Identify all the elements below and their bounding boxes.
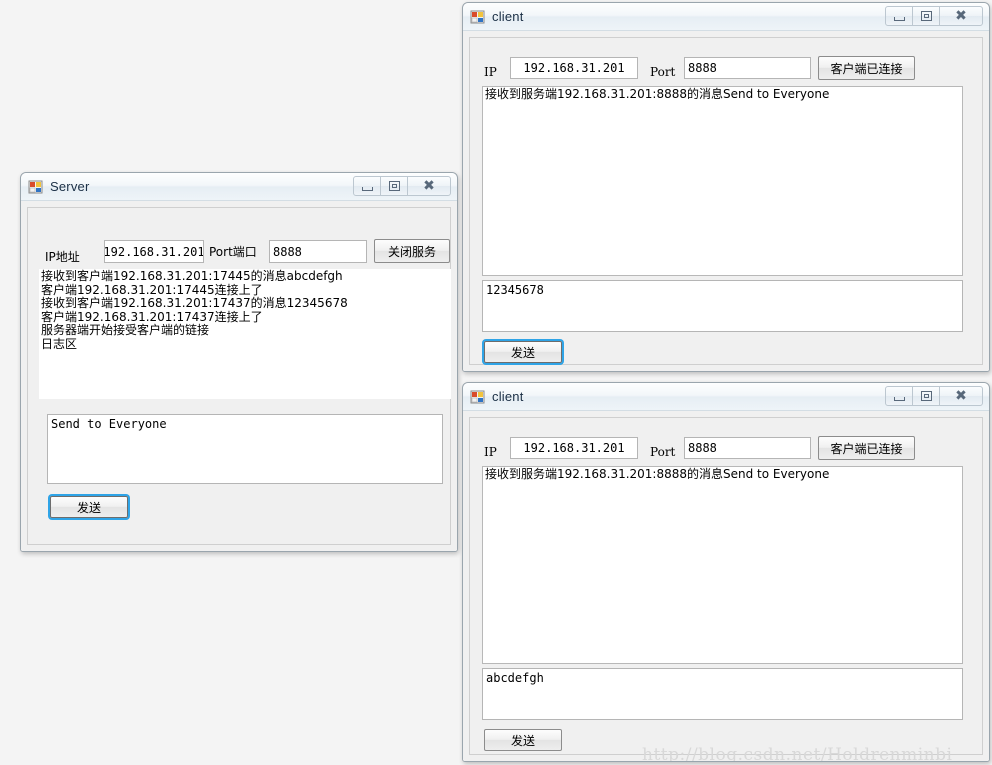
server-log-line-4: 客户端192.168.31.201:17437连接上了 xyxy=(41,309,263,324)
winforms-icon xyxy=(470,389,486,405)
server-log-area[interactable]: 接收到客户端192.168.31.201:17445的消息abcdefgh 客户… xyxy=(39,269,451,399)
client-2-titlebar[interactable]: client ✖ xyxy=(463,383,989,411)
minimize-icon[interactable] xyxy=(353,176,381,196)
client-1-port-input[interactable]: 8888 xyxy=(684,57,811,79)
winforms-icon xyxy=(470,9,486,25)
client-1-window-controls[interactable]: ✖ xyxy=(885,6,983,26)
server-ip-label: IP地址 xyxy=(45,250,80,264)
client-1-title: client xyxy=(492,9,524,24)
client-1-port-label: Port xyxy=(650,65,676,79)
client-window-1[interactable]: client ✖ IP 192.168.31.201 Port 8888 客户端… xyxy=(462,2,990,372)
server-panel: IP地址 192.168.31.201 Port端口 8888 关闭服务 接收到… xyxy=(27,207,451,545)
server-title: Server xyxy=(50,179,90,194)
server-log-line-1: 接收到客户端192.168.31.201:17445的消息abcdefgh xyxy=(41,269,343,283)
client-2-log-area[interactable]: 接收到服务端192.168.31.201:8888的消息Send to Ever… xyxy=(482,466,963,664)
server-message-input[interactable]: Send to Everyone xyxy=(47,414,443,484)
client-2-window-controls[interactable]: ✖ xyxy=(885,386,983,406)
client-2-port-label: Port xyxy=(650,445,676,459)
client-2-log-line: 接收到服务端192.168.31.201:8888的消息Send to Ever… xyxy=(485,467,830,481)
client-1-panel: IP 192.168.31.201 Port 8888 客户端已连接 接收到服务… xyxy=(469,37,983,365)
desktop-background: client ✖ IP 192.168.31.201 Port 8888 客户端… xyxy=(0,0,992,765)
server-window[interactable]: Server ✖ IP地址 192.168.31.201 Port端口 8888… xyxy=(20,172,458,552)
server-titlebar[interactable]: Server ✖ xyxy=(21,173,457,201)
minimize-icon[interactable] xyxy=(885,6,913,26)
server-stop-service-button[interactable]: 关闭服务 xyxy=(374,239,450,263)
server-port-label: Port端口 xyxy=(209,245,257,259)
client-2-connect-button[interactable]: 客户端已连接 xyxy=(818,436,915,460)
client-1-titlebar[interactable]: client ✖ xyxy=(463,3,989,31)
restore-icon[interactable] xyxy=(912,386,940,406)
client-2-send-button[interactable]: 发送 xyxy=(484,729,562,751)
client-1-log-area[interactable]: 接收到服务端192.168.31.201:8888的消息Send to Ever… xyxy=(482,86,963,276)
client-2-form-body: IP 192.168.31.201 Port 8888 客户端已连接 接收到服务… xyxy=(463,411,989,761)
minimize-icon[interactable] xyxy=(885,386,913,406)
server-send-button[interactable]: 发送 xyxy=(50,496,128,518)
client-1-form-body: IP 192.168.31.201 Port 8888 客户端已连接 接收到服务… xyxy=(463,31,989,371)
server-log-line-5: 服务器端开始接受客户端的链接 xyxy=(41,323,210,338)
client-1-ip-label: IP xyxy=(484,65,497,79)
client-2-port-input[interactable]: 8888 xyxy=(684,437,811,459)
client-2-title: client xyxy=(492,389,524,404)
client-2-ip-label: IP xyxy=(484,445,497,459)
close-icon[interactable]: ✖ xyxy=(939,6,983,26)
client-window-2[interactable]: client ✖ IP 192.168.31.201 Port 8888 客户端… xyxy=(462,382,990,762)
server-log-line-2: 客户端192.168.31.201:17445连接上了 xyxy=(41,282,263,297)
client-1-connect-button[interactable]: 客户端已连接 xyxy=(818,56,915,80)
server-form-body: IP地址 192.168.31.201 Port端口 8888 关闭服务 接收到… xyxy=(21,201,457,551)
restore-icon[interactable] xyxy=(912,6,940,26)
client-1-message-input[interactable]: 12345678 xyxy=(482,280,963,332)
client-1-send-button[interactable]: 发送 xyxy=(484,341,562,363)
close-icon[interactable]: ✖ xyxy=(939,386,983,406)
server-port-input[interactable]: 8888 xyxy=(269,240,367,263)
client-2-message-input[interactable]: abcdefgh xyxy=(482,668,963,720)
blog-watermark: http://blog.csdn.net/Holdrenminbi xyxy=(642,745,953,762)
server-window-controls[interactable]: ✖ xyxy=(353,176,451,196)
server-log-line-6: 日志区 xyxy=(41,336,78,351)
server-log-line-3: 接收到客户端192.168.31.201:17437的消息12345678 xyxy=(41,296,348,311)
client-2-panel: IP 192.168.31.201 Port 8888 客户端已连接 接收到服务… xyxy=(469,417,983,761)
winforms-icon xyxy=(28,179,44,195)
close-icon[interactable]: ✖ xyxy=(407,176,451,196)
restore-icon[interactable] xyxy=(380,176,408,196)
client-1-log-line: 接收到服务端192.168.31.201:8888的消息Send to Ever… xyxy=(485,87,830,101)
client-1-ip-input[interactable]: 192.168.31.201 xyxy=(510,57,638,79)
client-2-ip-input[interactable]: 192.168.31.201 xyxy=(510,437,638,459)
server-ip-input[interactable]: 192.168.31.201 xyxy=(104,240,204,263)
